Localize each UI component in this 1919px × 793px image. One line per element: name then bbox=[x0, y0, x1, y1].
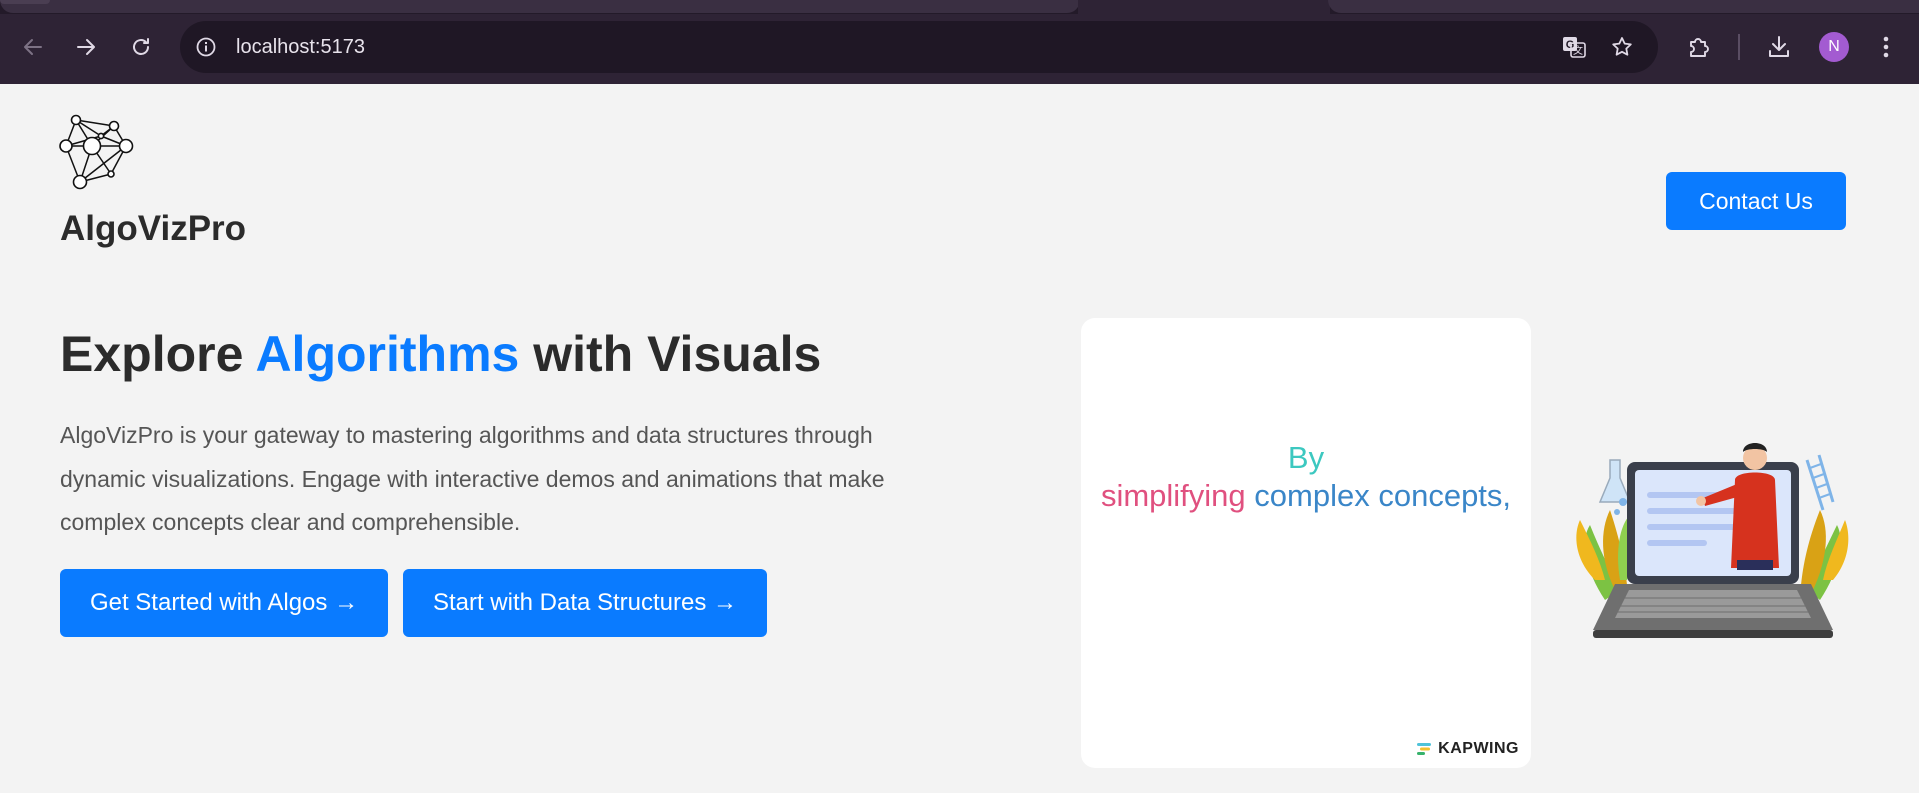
reload-button[interactable] bbox=[123, 29, 159, 65]
teacher-laptop-illustration bbox=[1576, 443, 1849, 638]
hero-description: AlgoVizPro is your gateway to mastering … bbox=[60, 422, 885, 535]
watermark-text: KAPWING bbox=[1438, 740, 1519, 757]
intro-video[interactable]: By simplifying complex concepts, KAPWING bbox=[1081, 318, 1531, 768]
get-started-algos-button[interactable]: Get Started with Algos → bbox=[60, 569, 388, 637]
caption-highlight: complex concepts, bbox=[1254, 478, 1512, 513]
contact-us-button[interactable]: Contact Us bbox=[1666, 172, 1846, 230]
profile-avatar[interactable]: N bbox=[1819, 32, 1849, 62]
url-text[interactable]: localhost:5173 bbox=[236, 21, 365, 73]
caption-highlight: simplifying bbox=[1100, 478, 1246, 513]
forward-button[interactable] bbox=[68, 29, 104, 65]
start-data-structures-button[interactable]: Start with Data Structures → bbox=[403, 569, 767, 637]
browser-chrome: localhost:5173 G 文 N bbox=[0, 0, 1919, 84]
download-icon bbox=[1769, 36, 1789, 57]
arrow-left-icon bbox=[24, 39, 42, 55]
tab-active[interactable] bbox=[1078, 0, 1330, 14]
headline-text: with Visuals bbox=[519, 326, 822, 382]
tab[interactable] bbox=[1328, 0, 1919, 13]
headline-accent: Algorithms bbox=[255, 326, 520, 382]
video-caption: simplifying complex concepts, bbox=[1081, 478, 1531, 514]
toolbar-divider bbox=[1738, 34, 1740, 60]
translate-icon[interactable]: G 文 bbox=[1560, 33, 1588, 61]
reload-icon bbox=[133, 38, 149, 55]
tab-strip bbox=[0, 0, 1919, 14]
network-graph-icon bbox=[59, 114, 134, 190]
downloads-button[interactable] bbox=[1761, 29, 1797, 65]
video-caption: By bbox=[1287, 440, 1325, 475]
kapwing-watermark: KAPWING bbox=[1417, 740, 1519, 758]
browser-menu-button[interactable] bbox=[1868, 29, 1904, 65]
headline-text: Explore bbox=[60, 326, 256, 382]
brand-name: AlgoVizPro bbox=[60, 209, 247, 248]
tab[interactable] bbox=[0, 0, 1080, 13]
kebab-menu-icon bbox=[1883, 36, 1889, 58]
address-bar[interactable]: localhost:5173 G 文 bbox=[180, 21, 1658, 73]
star-icon[interactable] bbox=[1608, 33, 1636, 61]
back-button[interactable] bbox=[15, 29, 51, 65]
arrow-right-icon bbox=[77, 39, 95, 55]
svg-text:文: 文 bbox=[1573, 44, 1583, 57]
tab-edge bbox=[0, 0, 50, 4]
extensions-button[interactable] bbox=[1681, 29, 1717, 65]
hero-headline: Explore Algorithms with Visuals bbox=[60, 325, 821, 383]
kapwing-logo-icon bbox=[1417, 743, 1432, 755]
info-icon[interactable] bbox=[192, 33, 220, 61]
puzzle-icon bbox=[1690, 38, 1709, 57]
